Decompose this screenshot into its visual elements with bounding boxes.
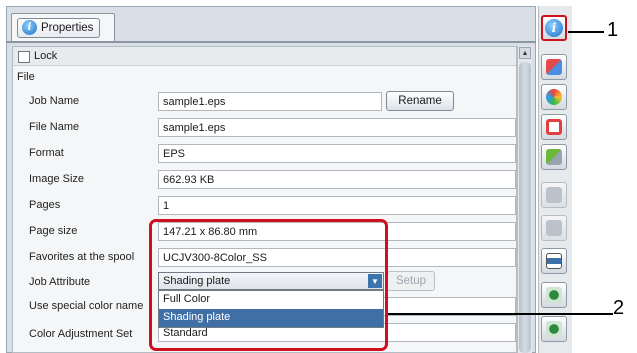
chevron-down-icon[interactable]: ▼ (368, 274, 382, 288)
page-size-field: 147.21 x 86.80 mm (158, 222, 516, 241)
pages-field: 1 (158, 196, 516, 215)
format-field: EPS (158, 144, 516, 163)
job-name-field[interactable]: sample1.eps (158, 92, 382, 111)
rename-button[interactable]: Rename (386, 91, 454, 111)
row-label-pages: Pages (29, 199, 61, 211)
lock-checkbox[interactable] (18, 51, 30, 63)
callout-2-line (388, 313, 613, 315)
tab-properties[interactable]: i Properties (11, 13, 115, 41)
color-button[interactable] (541, 84, 567, 110)
tab-label: Properties (41, 21, 94, 34)
color-icon (546, 89, 562, 105)
row-label-favorites: Favorites at the spool (29, 251, 135, 263)
print-icon (546, 253, 562, 269)
print-button[interactable] (541, 248, 567, 274)
properties-icon: i (22, 20, 37, 35)
lock-row: Lock (13, 47, 516, 66)
move-button[interactable] (541, 282, 567, 308)
vertical-scrollbar[interactable]: ▲ (517, 46, 532, 353)
split-alt-icon (546, 220, 562, 236)
row-label-file-name: File Name (29, 121, 80, 133)
option-full-color[interactable]: Full Color (159, 291, 383, 309)
job-attribute-value: Shading plate (163, 275, 231, 287)
row-label-page-size: Page size (29, 225, 78, 237)
tab-properties-button[interactable]: i Properties (17, 17, 101, 38)
row-label-special-color: Use special color name (29, 300, 144, 312)
move-icon (546, 287, 562, 303)
favorites-field: UCJV300-8Color_SS (158, 248, 516, 267)
frame-icon (546, 119, 562, 135)
callout-2: 2 (613, 297, 625, 319)
image-size-field: 662.93 KB (158, 170, 516, 189)
tile-icon (546, 149, 562, 165)
scroll-thumb[interactable] (519, 62, 531, 353)
row-label-job-name: Job Name (29, 95, 80, 107)
job-attribute-dropdown: Full Color Shading plate (158, 290, 384, 328)
job-attribute-select[interactable]: Shading plate ▼ (158, 272, 384, 290)
row-label-job-attribute: Job Attribute (29, 276, 91, 288)
setup-button[interactable]: Setup (387, 271, 435, 291)
frame-button[interactable] (541, 114, 567, 140)
callout-1-line (568, 31, 604, 33)
callout-1: 1 (607, 19, 619, 41)
tile-button[interactable] (541, 144, 567, 170)
split-icon (546, 187, 562, 203)
split-alt-button[interactable] (541, 215, 567, 241)
info-icon: i (545, 19, 563, 37)
file-name-field: sample1.eps (158, 118, 516, 137)
row-label-image-size: Image Size (29, 173, 85, 185)
scroll-up-icon[interactable]: ▲ (519, 47, 531, 59)
info-button[interactable]: i (541, 15, 567, 41)
section-file-label: File (17, 71, 35, 83)
layout-icon (546, 59, 562, 75)
properties-content: Lock File Job Name sample1.eps Rename Fi… (12, 46, 517, 353)
layout-button[interactable] (541, 54, 567, 80)
star-button[interactable] (541, 316, 567, 342)
option-shading-plate[interactable]: Shading plate (159, 309, 383, 327)
row-label-color-adjustment: Color Adjustment Set (29, 328, 133, 340)
split-button[interactable] (541, 182, 567, 208)
tab-underline (6, 41, 536, 43)
star-icon (546, 321, 562, 337)
row-label-format: Format (29, 147, 64, 159)
lock-label: Lock (34, 50, 58, 62)
